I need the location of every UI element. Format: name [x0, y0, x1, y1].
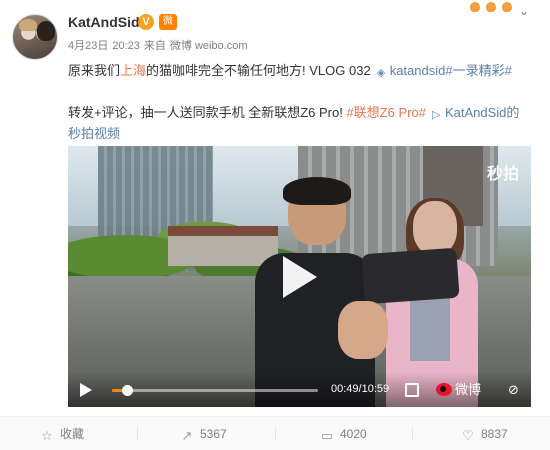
text-prefix: 原来我们 — [68, 63, 121, 78]
share-button[interactable]: ↗ 5367 — [180, 417, 227, 450]
star-icon: ☆ — [41, 428, 53, 443]
video-source-link-cont[interactable]: 秒拍视频 — [68, 126, 120, 141]
avatar-person-left — [19, 19, 37, 31]
avatar-person-right — [37, 21, 55, 41]
source-prefix: 来自 — [143, 40, 166, 52]
post-text-line3: 秒拍视频 — [68, 123, 120, 142]
hashtag-link[interactable]: #联想Z6 Pro# — [346, 105, 425, 120]
giveaway-text: 转发+评论，抽一人送同款手机 全新联想Z6 Pro! — [68, 105, 347, 120]
favorite-button[interactable]: ☆ 收藏 — [40, 417, 84, 450]
verified-icon: V — [138, 14, 154, 30]
video-watermark: 秒拍 — [486, 166, 519, 183]
video-source-link[interactable]: KatAndSid的 — [445, 105, 519, 120]
like-button[interactable]: ♡ 8837 — [461, 417, 508, 450]
favorite-label: 收藏 — [60, 427, 85, 441]
post-source[interactable]: 微博 weibo.com — [170, 40, 248, 52]
post-time[interactable]: 20:23 — [112, 40, 140, 52]
weibo-post: KatAndSid V 微 ⌄ 4月23日 20:23 来自 微博 weibo.com… — [0, 0, 550, 450]
like-count: 8837 — [481, 427, 508, 441]
vip-icon: 微 — [159, 14, 177, 30]
share-count: 5367 — [200, 427, 227, 441]
chevron-down-icon[interactable]: ⌄ — [519, 5, 529, 17]
comment-count: 4020 — [340, 427, 367, 441]
weibo-logo-icon: 微博 — [436, 380, 491, 400]
avatar[interactable] — [12, 14, 58, 60]
fullscreen-icon[interactable] — [405, 383, 419, 397]
video-player[interactable]: 秒拍 00:49/10:59 微博 ⊘ — [68, 146, 531, 407]
video-controls: 00:49/10:59 微博 ⊘ — [68, 372, 531, 407]
like-icon: ♡ — [462, 428, 474, 443]
video-link-icon: ▷ — [431, 109, 441, 121]
username[interactable]: KatAndSid — [68, 14, 140, 30]
pin-icon: ◈ — [376, 67, 386, 79]
progress-bar[interactable] — [112, 385, 318, 396]
comment-icon: ▭ — [320, 428, 334, 443]
share-icon: ↗ — [181, 428, 193, 443]
topic-link[interactable]: katandsid#一录精彩# — [390, 63, 512, 78]
comment-button[interactable]: ▭ 4020 — [320, 417, 367, 450]
mute-icon[interactable]: ⊘ — [508, 383, 522, 397]
progress-knob[interactable] — [122, 385, 134, 396]
play-button[interactable] — [80, 383, 92, 397]
video-brand: 微博 — [455, 382, 482, 397]
decoration-icon — [470, 0, 512, 14]
play-icon[interactable] — [283, 256, 317, 298]
post-text-line2: 转发+评论，抽一人送同款手机 全新联想Z6 Pro! #联想Z6 Pro# ▷ Ka… — [68, 102, 519, 121]
video-time: 00:49/10:59 — [331, 383, 390, 395]
video-phone — [361, 247, 460, 305]
post-date[interactable]: 4月23日 — [68, 40, 108, 52]
post-text-line1: 原来我们上海的猫咖啡完全不输任何地方! VLOG 032 ◈ katandsid#一… — [68, 60, 512, 79]
post-meta: 4月23日 20:23 来自 微博 weibo.com — [68, 37, 252, 53]
location-highlight[interactable]: 上海 — [120, 63, 146, 78]
action-bar: ☆ 收藏 ↗ 5367 ▭ 4020 ♡ 8837 — [0, 416, 550, 450]
text-middle: 的猫咖啡完全不输任何地方! VLOG 032 — [146, 63, 371, 78]
